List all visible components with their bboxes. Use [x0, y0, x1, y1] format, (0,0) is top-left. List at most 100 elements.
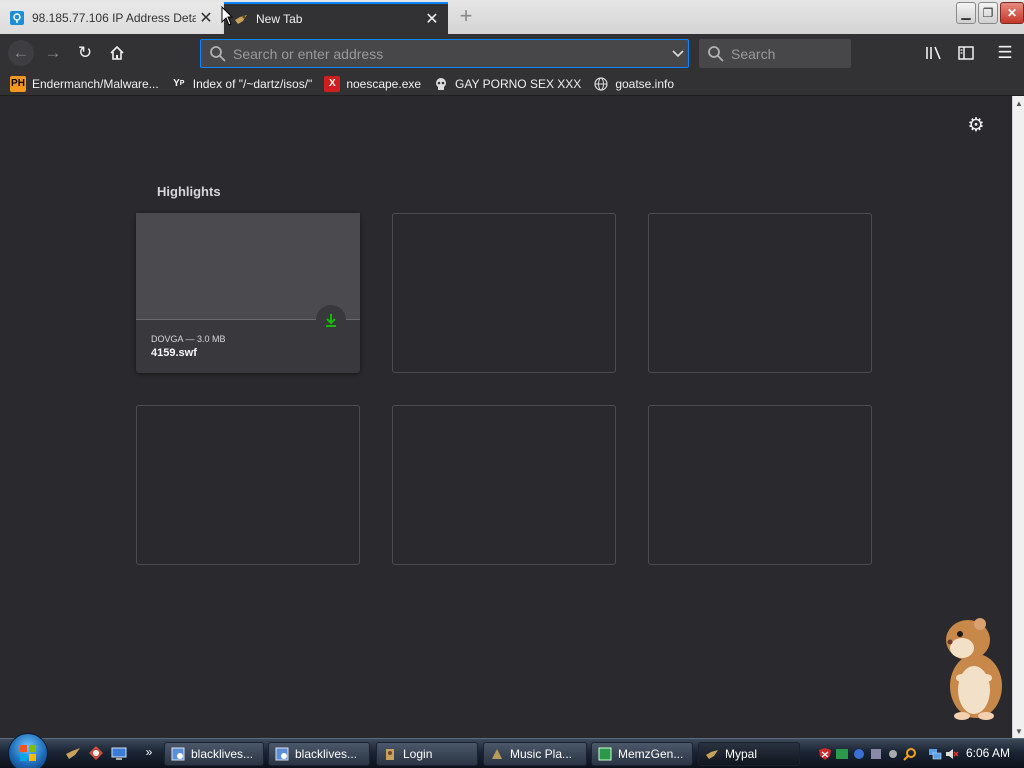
taskbar-button[interactable]: Login: [376, 742, 478, 766]
bookmark-label: noescape.exe: [346, 76, 422, 91]
taskbar-button[interactable]: MemzGen...: [591, 742, 693, 766]
taskbar-button-label: Login: [403, 747, 433, 761]
location-pin-icon: [10, 11, 24, 25]
empty-highlight-card: [392, 405, 616, 565]
search-placeholder: Search: [731, 45, 776, 62]
search-icon: [708, 45, 724, 62]
taskbar-button[interactable]: Music Pla...: [483, 742, 587, 766]
close-tab-button[interactable]: ✕: [196, 8, 216, 28]
search-icon: [210, 45, 226, 62]
url-bar[interactable]: Search or enter address: [200, 39, 689, 68]
memzgen-app-icon: [598, 747, 612, 761]
arrow-right-icon: →: [44, 43, 62, 62]
mypal-quicklaunch-icon[interactable]: [64, 745, 82, 763]
bookmark-item[interactable]: YP Index of "/~dartz/isos/": [171, 76, 313, 92]
yp-favicon-icon: YP: [173, 78, 185, 89]
library-icon: [926, 46, 941, 60]
new-tab-page: ⚙ Highlights DOVGA — 3.0 MB 4159.swf: [0, 96, 1012, 740]
sidebar-button[interactable]: [954, 42, 978, 64]
settings-tray-icon[interactable]: [886, 747, 900, 761]
taskbar-button[interactable]: blacklives...: [164, 742, 264, 766]
arrow-left-icon: ←: [12, 43, 30, 62]
pornhub-favicon-icon: PH: [10, 75, 26, 92]
reload-icon: ↻: [77, 43, 93, 62]
app-tray-icon[interactable]: [835, 747, 849, 761]
download-icon: [316, 305, 346, 335]
bookmark-item[interactable]: X noescape.exe: [324, 75, 422, 92]
empty-highlight-card: [648, 405, 872, 565]
hamburger-menu-icon: ☰: [997, 43, 1013, 62]
system-clock[interactable]: 6:06 AM: [966, 746, 1010, 760]
bookmark-item[interactable]: PH Endermanch/Malware...: [10, 75, 159, 92]
bookmark-item[interactable]: goatse.info: [593, 76, 674, 92]
home-button[interactable]: [105, 42, 129, 64]
highlight-filename: 4159.swf: [151, 347, 197, 359]
bookmark-label: Index of "/~dartz/isos/": [192, 76, 313, 91]
new-tab-button[interactable]: +: [454, 5, 478, 29]
home-icon: [110, 45, 124, 60]
program-tray-icon[interactable]: [869, 747, 883, 761]
sidebar-icon: [958, 46, 974, 60]
empty-highlight-card: [648, 213, 872, 373]
volume-muted-icon[interactable]: [945, 747, 959, 761]
network-connection-icon[interactable]: [928, 747, 942, 761]
close-window-button[interactable]: ✕: [1000, 2, 1024, 24]
bookmarks-toolbar: PH Endermanch/Malware... YP Index of "/~…: [0, 72, 1024, 96]
navigation-toolbar: ← → ↻ Search or enter address Search ☰: [0, 34, 1024, 72]
library-button[interactable]: [922, 42, 946, 64]
taskbar-button-label: MemzGen...: [618, 747, 684, 761]
globe-icon: [593, 76, 609, 92]
windows-taskbar: » blacklives... blacklives... Login Musi…: [0, 733, 1024, 768]
scroll-up-arrow-icon[interactable]: ▲: [1013, 98, 1024, 110]
window-app-icon: [171, 747, 185, 761]
music-player-icon: [490, 747, 504, 761]
tab-strip: 98.185.77.106 IP Address Detai ✕ New Tab…: [0, 0, 1024, 34]
tab-ip-address[interactable]: 98.185.77.106 IP Address Detai ✕: [0, 2, 222, 34]
empty-highlight-card: [392, 213, 616, 373]
highlight-card[interactable]: DOVGA — 3.0 MB 4159.swf: [136, 213, 360, 373]
forward-button[interactable]: →: [41, 42, 65, 64]
skull-favicon-icon: [433, 76, 449, 92]
scroll-down-arrow-icon[interactable]: ▼: [1013, 726, 1024, 738]
security-shield-icon[interactable]: [818, 747, 832, 761]
network-tray-icon[interactable]: [852, 747, 866, 761]
quicklaunch-overflow-icon[interactable]: »: [140, 745, 158, 763]
url-placeholder: Search or enter address: [233, 45, 384, 62]
show-desktop-icon[interactable]: [110, 745, 128, 763]
tab-label: 98.185.77.106 IP Address Detai: [32, 11, 196, 25]
taskbar-button-label: Mypal: [725, 747, 758, 761]
bookmark-label: GAY PORNO SEX XXX: [455, 76, 582, 91]
taskbar-button-active[interactable]: Mypal: [698, 742, 800, 766]
magnifier-tray-icon[interactable]: [903, 747, 917, 761]
search-bar[interactable]: Search: [699, 39, 851, 68]
taskbar-button-label: Music Pla...: [510, 747, 573, 761]
restore-button[interactable]: ❐: [978, 2, 998, 24]
hamster-image: [940, 616, 1008, 720]
bookmark-label: Endermanch/Malware...: [32, 76, 159, 91]
highlight-meta: DOVGA — 3.0 MB: [151, 334, 226, 344]
tab-label: New Tab: [256, 12, 303, 26]
gear-icon[interactable]: ⚙: [966, 116, 986, 136]
bookmark-item[interactable]: GAY PORNO SEX XXX: [433, 76, 581, 92]
chevron-down-icon[interactable]: [668, 47, 688, 61]
highlights-heading: Highlights: [157, 184, 221, 199]
empty-highlight-card: [136, 405, 360, 565]
back-button[interactable]: ←: [8, 40, 34, 66]
login-app-icon: [383, 747, 397, 761]
tab-new-tab[interactable]: New Tab ✕: [224, 2, 448, 34]
menu-button[interactable]: ☰: [993, 42, 1017, 64]
reload-button[interactable]: ↻: [73, 42, 97, 64]
window-app-icon: [275, 747, 289, 761]
close-tab-button[interactable]: ✕: [422, 9, 442, 29]
mouse-cursor-icon: [221, 5, 234, 26]
network-quicklaunch-icon[interactable]: [87, 745, 105, 763]
start-button[interactable]: [8, 733, 48, 768]
vertical-scrollbar[interactable]: ▲ ▼: [1012, 96, 1024, 740]
bookmark-label: goatse.info: [615, 76, 675, 91]
minimize-button[interactable]: ▁: [956, 2, 976, 24]
x-favicon-icon: X: [324, 75, 341, 92]
mypal-icon: [705, 747, 719, 761]
taskbar-button-label: blacklives...: [295, 747, 358, 761]
taskbar-button[interactable]: blacklives...: [268, 742, 370, 766]
window-controls: ▁ ❐ ✕: [956, 2, 1024, 24]
